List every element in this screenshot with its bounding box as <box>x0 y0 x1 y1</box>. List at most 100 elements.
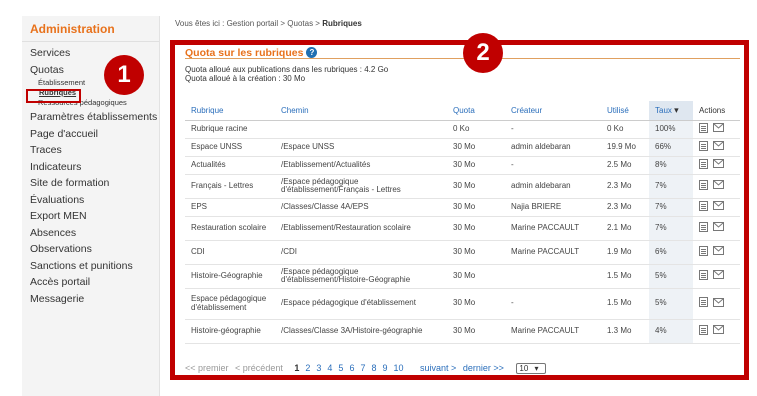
envelope-icon[interactable] <box>713 222 724 234</box>
sidebar-item-messagerie[interactable]: Messagerie <box>30 291 159 308</box>
sidebar-item-indicateurs[interactable]: Indicateurs <box>30 159 159 176</box>
envelope-icon[interactable] <box>713 325 724 337</box>
document-icon[interactable] <box>699 297 708 310</box>
cell-chemin: /Espace UNSS <box>275 138 447 157</box>
pager-page-4[interactable]: 4 <box>327 363 332 373</box>
rubriques-highlight-box <box>26 89 81 103</box>
table-row[interactable]: Rubrique racine 0 Ko -0 Ko 100% <box>185 120 740 139</box>
document-icon[interactable] <box>699 221 708 235</box>
pager-page-10[interactable]: 10 <box>394 363 404 373</box>
table-row[interactable]: Français - Lettres/Espace pédagogique d'… <box>185 174 740 199</box>
sidebar-item-parametres[interactable]: Paramètres établissements <box>30 109 159 126</box>
pager-page-5[interactable]: 5 <box>338 363 343 373</box>
pager-page-8[interactable]: 8 <box>371 363 376 373</box>
pager-last[interactable]: dernier >> <box>463 363 504 373</box>
document-icon[interactable] <box>699 200 708 214</box>
pager-page-7[interactable]: 7 <box>360 363 365 373</box>
table-row[interactable]: CDI/CDI 30 Mo Marine PACCAULT 1.9 Mo 6% <box>185 240 740 265</box>
sidebar-item-evaluations[interactable]: Évaluations <box>30 192 159 209</box>
pager-page-1[interactable]: 1 <box>294 363 299 373</box>
envelope-icon[interactable] <box>713 123 724 135</box>
table-row[interactable]: Restauration scolaire/Etablissement/Rest… <box>185 216 740 241</box>
document-icon[interactable] <box>699 179 708 193</box>
cell-rubrique: Restauration scolaire <box>185 216 275 241</box>
pager-page-9[interactable]: 9 <box>382 363 387 373</box>
col-header-taux[interactable]: Taux ▾ <box>649 101 693 121</box>
sidebar-item-services[interactable]: Services <box>30 45 159 62</box>
table-row[interactable]: Histoire-géographie/Classes/Classe 3A/Hi… <box>185 319 740 344</box>
pager-next[interactable]: suivant > <box>420 363 456 373</box>
cell-taux: 66% <box>649 138 693 157</box>
envelope-icon[interactable] <box>713 159 724 171</box>
pager-page-2[interactable]: 2 <box>305 363 310 373</box>
table-row[interactable]: Actualités/Etablissement/Actualités 30 Mo… <box>185 156 740 175</box>
sidebar-item-page-accueil[interactable]: Page d'accueil <box>30 126 159 143</box>
sort-desc-icon: ▾ <box>674 104 679 115</box>
col-header-createur[interactable]: Créateur <box>505 101 601 121</box>
cell-createur: - <box>505 156 601 175</box>
sidebar-item-sanctions[interactable]: Sanctions et punitions <box>30 258 159 275</box>
table-row[interactable]: Espace pédagogique d'établissement/Espac… <box>185 288 740 320</box>
col-header-quota[interactable]: Quota <box>447 101 505 121</box>
cell-createur: admin aldebaran <box>505 138 601 157</box>
table-row[interactable]: EPS/Classes/Classe 4A/EPS 30 Mo Najia BRIE… <box>185 198 740 217</box>
pager-first[interactable]: << premier <box>185 363 229 373</box>
envelope-icon[interactable] <box>713 201 724 213</box>
cell-rubrique: Histoire-Géographie <box>185 264 275 289</box>
cell-quota: 30 Mo <box>447 174 505 199</box>
cell-actions <box>693 120 740 139</box>
pager-prev[interactable]: < précédent <box>235 363 283 373</box>
pager-page-3[interactable]: 3 <box>316 363 321 373</box>
cell-chemin: /CDI <box>275 240 447 265</box>
document-icon[interactable] <box>699 269 708 283</box>
cell-taux: 8% <box>649 156 693 175</box>
breadcrumb-current: Rubriques <box>322 19 362 28</box>
cell-taux: 100% <box>649 120 693 139</box>
sidebar-item-site-formation[interactable]: Site de formation <box>30 175 159 192</box>
cell-rubrique: Rubrique racine <box>185 120 275 139</box>
cell-taux: 4% <box>649 319 693 344</box>
cell-chemin: /Etablissement/Actualités <box>275 156 447 175</box>
cell-quota: 30 Mo <box>447 138 505 157</box>
sidebar-item-absences[interactable]: Absences <box>30 225 159 242</box>
rubriques-table: Rubrique Chemin Quota Créateur Utilisé T… <box>185 101 740 344</box>
col-header-utilise[interactable]: Utilisé <box>601 101 649 121</box>
cell-utilise: 1.5 Mo <box>601 288 649 320</box>
sidebar-item-observations[interactable]: Observations <box>30 241 159 258</box>
cell-chemin: /Espace pédagogique d'établissement/Fran… <box>275 174 447 199</box>
sidebar-item-acces-portail[interactable]: Accès portail <box>30 274 159 291</box>
sidebar-title: Administration <box>22 16 159 42</box>
cell-utilise: 2.3 Mo <box>601 198 649 217</box>
cell-rubrique: Actualités <box>185 156 275 175</box>
envelope-icon[interactable] <box>713 270 724 282</box>
cell-actions <box>693 216 740 241</box>
sidebar-item-export-men[interactable]: Export MEN <box>30 208 159 225</box>
page-size-select[interactable]: 10 ▾ <box>516 363 546 374</box>
cell-quota: 0 Ko <box>447 120 505 139</box>
document-icon[interactable] <box>699 122 708 136</box>
help-icon[interactable]: ? <box>306 47 318 58</box>
cell-chemin: /Etablissement/Restauration scolaire <box>275 216 447 241</box>
document-icon[interactable] <box>699 158 708 172</box>
cell-quota: 30 Mo <box>447 198 505 217</box>
document-icon[interactable] <box>699 324 708 338</box>
pager-page-6[interactable]: 6 <box>349 363 354 373</box>
col-header-rubrique[interactable]: Rubrique <box>185 101 275 121</box>
envelope-icon[interactable] <box>713 297 724 310</box>
document-icon[interactable] <box>699 245 708 259</box>
table-row[interactable]: Espace UNSS/Espace UNSS 30 Mo admin aldeba… <box>185 138 740 157</box>
col-header-chemin[interactable]: Chemin <box>275 101 447 121</box>
cell-actions <box>693 138 740 157</box>
cell-chemin: /Classes/Classe 4A/EPS <box>275 198 447 217</box>
table-row[interactable]: Histoire-Géographie/Espace pédagogique d… <box>185 264 740 289</box>
document-icon[interactable] <box>699 140 708 154</box>
pager-pages: 1 2 3 4 5 6 7 8 9 10 <box>294 363 409 373</box>
envelope-icon[interactable] <box>713 141 724 153</box>
cell-utilise: 1.3 Mo <box>601 319 649 344</box>
sidebar-item-traces[interactable]: Traces <box>30 142 159 159</box>
cell-actions <box>693 198 740 217</box>
cell-quota: 30 Mo <box>447 156 505 175</box>
envelope-icon[interactable] <box>713 246 724 258</box>
envelope-icon[interactable] <box>713 180 724 192</box>
breadcrumb-path[interactable]: Vous êtes ici : Gestion portail > Quotas… <box>175 19 322 28</box>
